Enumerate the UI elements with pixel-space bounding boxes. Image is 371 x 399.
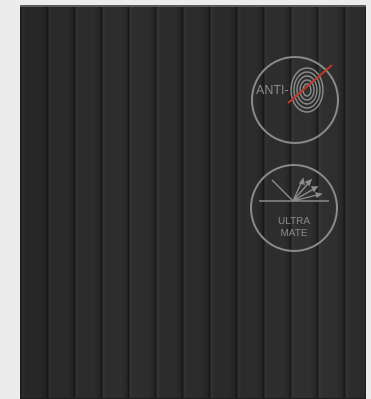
anti-fingerprint-badge-graphic: ANTI- [251, 56, 339, 144]
anti-fingerprint-badge: ANTI- [250, 55, 340, 145]
ultra-label: ULTRA [278, 216, 310, 227]
fingerprint-icon [290, 67, 324, 113]
ultra-matte-badge: ULTRA MATE [249, 163, 339, 253]
panel-top-edge [20, 5, 366, 7]
anti-label: ANTI- [256, 83, 289, 97]
ultra-matte-badge-graphic: ULTRA MATE [250, 164, 338, 252]
matte-label: MATE [280, 228, 307, 239]
light-reflection-icon [259, 177, 329, 202]
page-background: ANTI- ULTRA MATE [0, 0, 371, 399]
